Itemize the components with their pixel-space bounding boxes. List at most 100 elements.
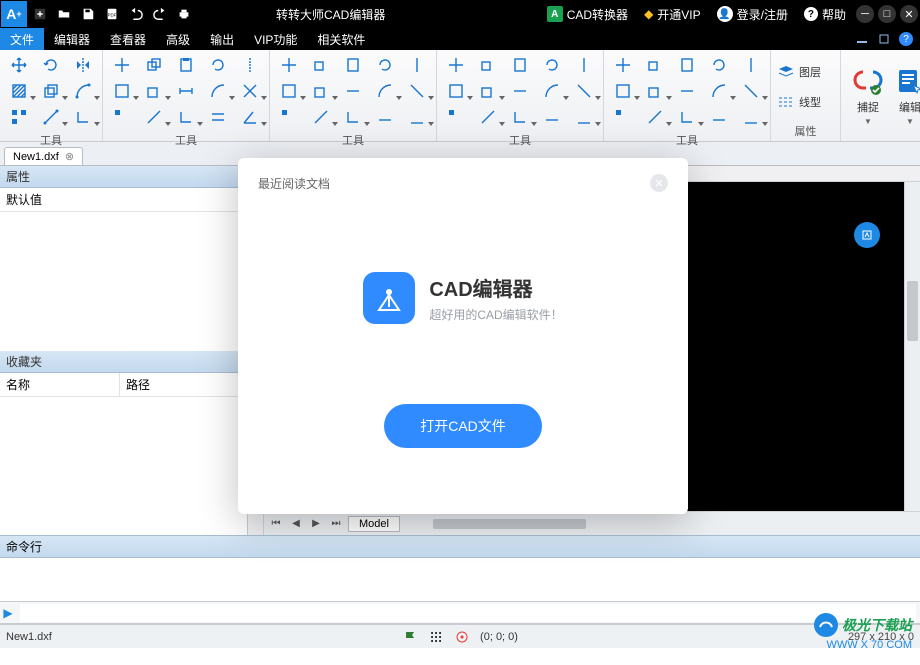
tool-icon[interactable] <box>507 106 533 128</box>
tool-icon[interactable] <box>276 54 302 76</box>
pdf-icon[interactable]: PDF <box>100 2 124 26</box>
tool-corner-icon[interactable] <box>70 106 96 128</box>
tool-icon[interactable] <box>340 80 366 102</box>
tool-line-icon[interactable] <box>38 106 64 128</box>
model-nav-next[interactable]: ▶ <box>308 518 324 529</box>
tool-mirror-icon[interactable] <box>237 54 263 76</box>
menu-editor[interactable]: 编辑器 <box>44 28 100 50</box>
menu-file[interactable]: 文件 <box>0 28 44 50</box>
tool-icon[interactable] <box>443 80 469 102</box>
tool-icon[interactable] <box>571 106 597 128</box>
tool-icon[interactable] <box>475 106 501 128</box>
close-button[interactable]: ✕ <box>900 5 918 23</box>
tool-icon[interactable] <box>340 54 366 76</box>
status-flag-icon[interactable] <box>402 629 418 645</box>
doc-minimize-icon[interactable] <box>852 30 872 48</box>
canvas-widget-icon[interactable] <box>854 222 880 248</box>
vertical-scrollbar[interactable] <box>904 182 920 511</box>
menu-advanced[interactable]: 高级 <box>156 28 200 50</box>
tool-box-icon[interactable] <box>38 80 64 102</box>
tool-icon[interactable] <box>610 80 636 102</box>
tool-offset-icon[interactable] <box>205 106 231 128</box>
tool-icon[interactable] <box>308 80 334 102</box>
tool-icon[interactable] <box>706 80 732 102</box>
tool-icon[interactable] <box>443 106 469 128</box>
tool-dim-icon[interactable] <box>173 80 199 102</box>
tool-arc-icon[interactable] <box>205 80 231 102</box>
modal-close-button[interactable]: ✕ <box>650 174 668 192</box>
print-icon[interactable] <box>172 2 196 26</box>
tool-icon[interactable] <box>674 80 700 102</box>
doc-help-icon[interactable]: ? <box>896 30 916 48</box>
tool-hatch-icon[interactable] <box>109 80 135 102</box>
edit-button[interactable]: 编辑 ▼ <box>889 54 920 139</box>
properties-default-row[interactable]: 默认值 <box>0 188 247 212</box>
tool-move-icon[interactable] <box>6 54 32 76</box>
save-icon[interactable] <box>76 2 100 26</box>
vip-link[interactable]: ◆开通VIP <box>636 6 709 23</box>
model-nav-first[interactable]: ⏮ <box>268 518 284 529</box>
tool-icon[interactable] <box>404 54 430 76</box>
menu-output[interactable]: 输出 <box>200 28 244 50</box>
status-grid-icon[interactable] <box>428 629 444 645</box>
tool-icon[interactable] <box>404 106 430 128</box>
layer-button[interactable]: 图层 <box>777 60 834 84</box>
tool-icon[interactable] <box>539 106 565 128</box>
tool-icon[interactable] <box>276 80 302 102</box>
maximize-button[interactable]: □ <box>878 5 896 23</box>
model-nav-last[interactable]: ⏭ <box>328 518 344 529</box>
tool-move-icon[interactable] <box>109 54 135 76</box>
tool-paste-icon[interactable] <box>173 54 199 76</box>
tool-icon[interactable] <box>706 54 732 76</box>
document-tab[interactable]: New1.dxf ⊗ <box>4 147 83 165</box>
model-nav-prev[interactable]: ◀ <box>288 518 304 529</box>
menu-vip[interactable]: VIP功能 <box>244 28 307 50</box>
col-path[interactable]: 路径 <box>120 373 156 396</box>
tool-icon[interactable] <box>539 80 565 102</box>
tool-icon[interactable] <box>372 106 398 128</box>
tool-icon[interactable] <box>642 80 668 102</box>
tool-icon[interactable] <box>738 106 764 128</box>
linetype-button[interactable]: 线型 <box>777 90 834 114</box>
tool-icon[interactable] <box>308 106 334 128</box>
tool-icon[interactable] <box>507 54 533 76</box>
tool-icon[interactable] <box>443 54 469 76</box>
doc-restore-icon[interactable] <box>874 30 894 48</box>
tool-icon[interactable] <box>642 106 668 128</box>
tool-angle-icon[interactable] <box>237 106 263 128</box>
tool-icon[interactable] <box>610 54 636 76</box>
tool-icon[interactable] <box>738 54 764 76</box>
tool-corner-icon[interactable] <box>173 106 199 128</box>
new-icon[interactable] <box>28 2 52 26</box>
tool-hatch-icon[interactable] <box>6 80 32 102</box>
model-tab[interactable]: Model <box>348 516 400 532</box>
tool-icon[interactable] <box>706 106 732 128</box>
tool-icon[interactable] <box>475 80 501 102</box>
tool-copy-icon[interactable] <box>141 54 167 76</box>
tool-icon[interactable] <box>308 54 334 76</box>
tool-icon[interactable] <box>404 80 430 102</box>
tool-mirror-icon[interactable] <box>70 54 96 76</box>
minimize-button[interactable]: ─ <box>856 5 874 23</box>
col-name[interactable]: 名称 <box>0 373 120 396</box>
tool-icon[interactable] <box>475 54 501 76</box>
tool-icon[interactable] <box>674 54 700 76</box>
tool-arc-icon[interactable] <box>70 80 96 102</box>
open-icon[interactable] <box>52 2 76 26</box>
command-input[interactable] <box>20 604 916 622</box>
tool-box-icon[interactable] <box>141 80 167 102</box>
help-link[interactable]: ? 帮助 <box>796 6 854 23</box>
undo-icon[interactable] <box>124 2 148 26</box>
tool-icon[interactable] <box>276 106 302 128</box>
tool-icon[interactable] <box>642 54 668 76</box>
tool-line-icon[interactable] <box>141 106 167 128</box>
tool-rotate-icon[interactable] <box>38 54 64 76</box>
open-cad-file-button[interactable]: 打开CAD文件 <box>384 404 542 448</box>
tool-icon[interactable] <box>340 106 366 128</box>
redo-icon[interactable] <box>148 2 172 26</box>
snap-button[interactable]: 捕捉 ▼ <box>847 54 889 139</box>
tool-icon[interactable] <box>674 106 700 128</box>
tool-blocks-icon[interactable] <box>6 106 32 128</box>
horizontal-scrollbar[interactable] <box>408 518 916 530</box>
converter-link[interactable]: A CAD转换器 <box>539 6 636 23</box>
